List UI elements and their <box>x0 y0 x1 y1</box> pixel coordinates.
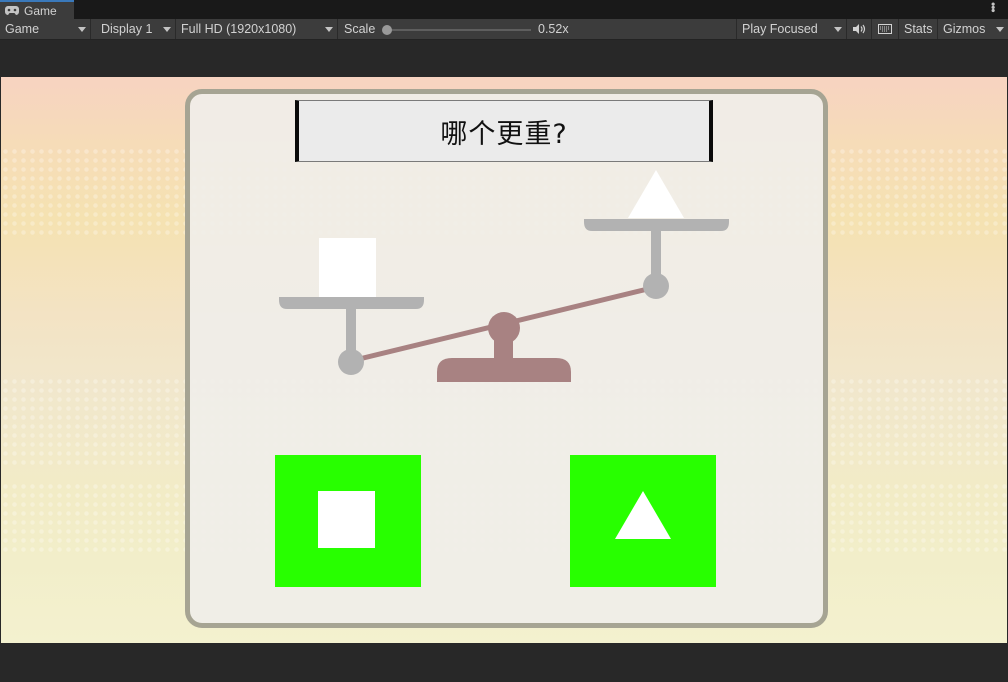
right-pan-triangle-weight <box>628 170 684 218</box>
left-pan <box>279 297 424 309</box>
right-pan-joint <box>643 273 669 299</box>
balance-scale <box>279 170 729 382</box>
answer-square-button[interactable] <box>275 455 421 587</box>
triangle-shape-icon <box>615 491 671 539</box>
right-pan <box>584 219 729 231</box>
left-pan-square-weight <box>319 238 376 297</box>
answer-triangle-button[interactable] <box>570 455 716 587</box>
square-shape-icon <box>318 491 375 548</box>
balance-pivot <box>488 312 520 344</box>
left-pan-joint <box>338 349 364 375</box>
